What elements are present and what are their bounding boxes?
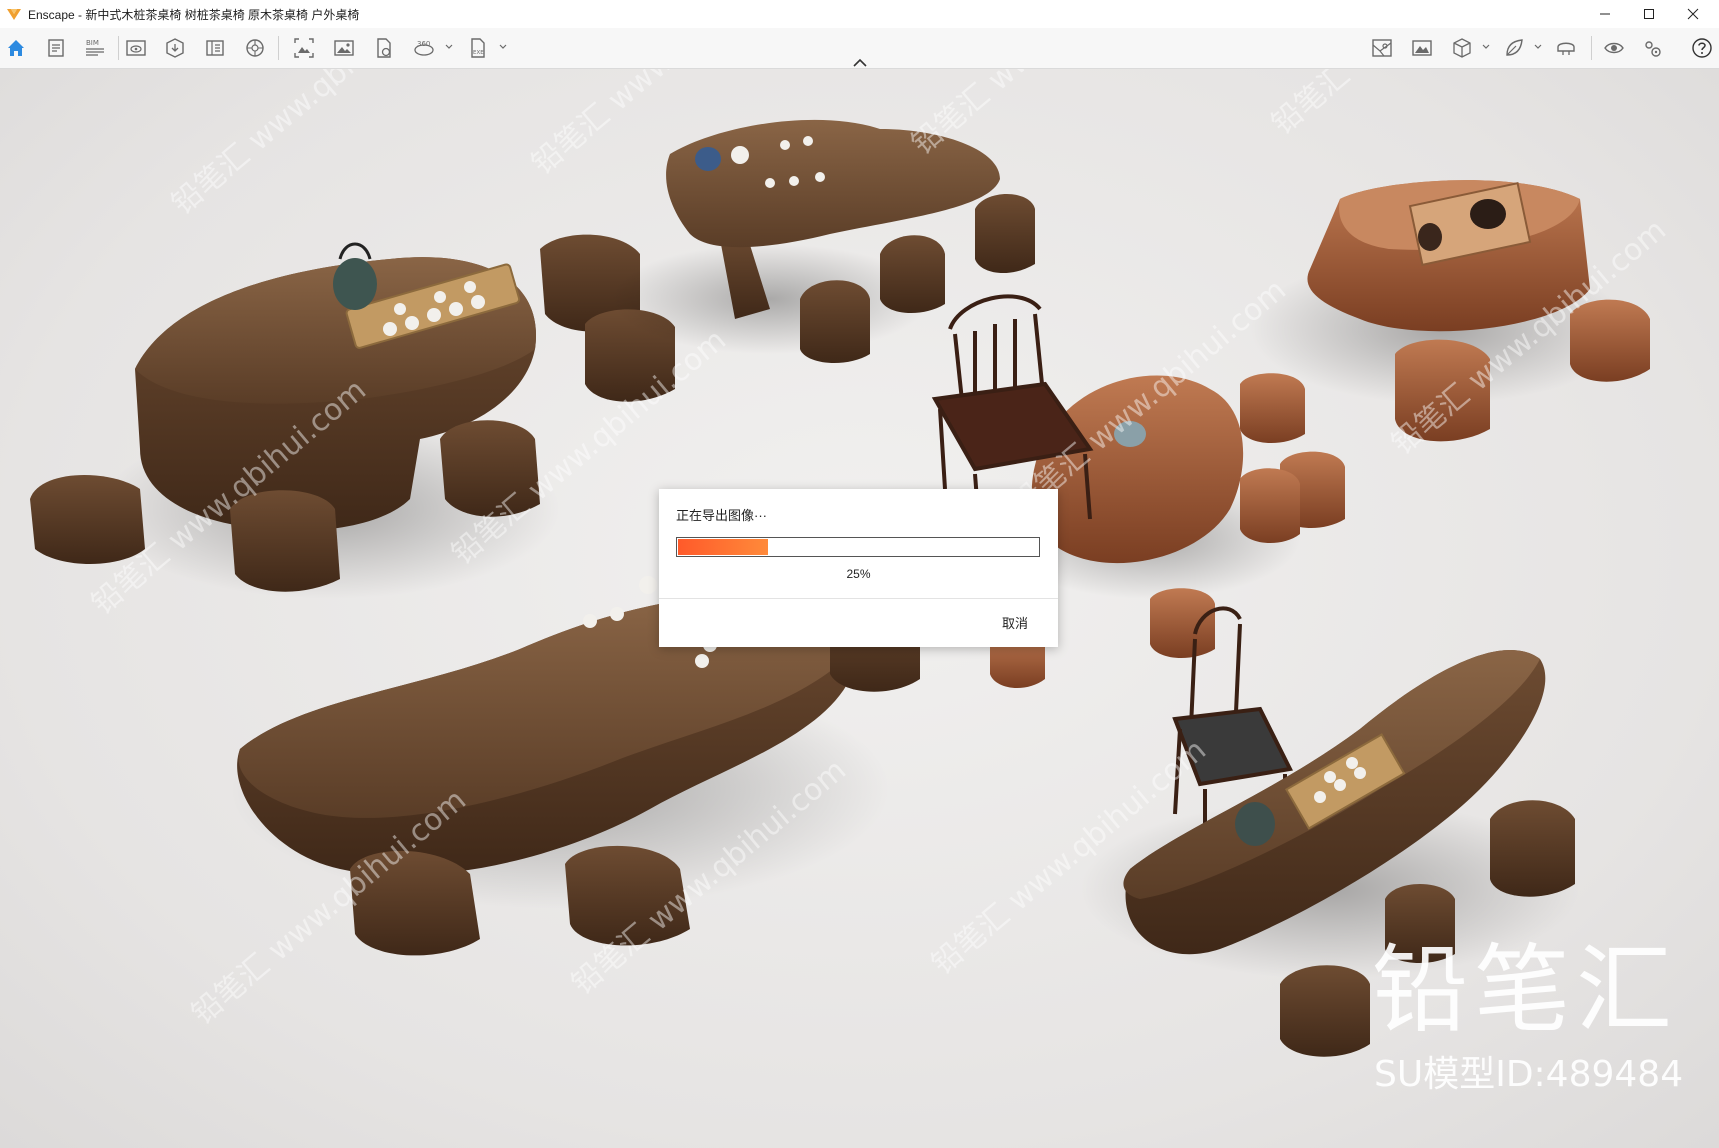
bim-icon: BIM: [86, 39, 104, 56]
bim-button[interactable]: BIM: [81, 34, 109, 62]
batch-render-button[interactable]: [330, 34, 358, 62]
material-button[interactable]: [241, 34, 269, 62]
svg-text:BIM: BIM: [86, 39, 99, 47]
screenshot-icon: [294, 38, 314, 58]
file-badge-icon: [377, 38, 391, 58]
help-icon: [1692, 38, 1712, 58]
progress-bar: [676, 537, 1040, 557]
title-bar: Enscape - 新中式木桩茶桌椅 树桩茶桌椅 原木茶桌椅 户外桌椅: [0, 0, 1719, 28]
dialog-title: 正在导出图像···: [676, 508, 767, 523]
vr-headset-icon: [1557, 42, 1575, 55]
toolbar-separator: [1591, 36, 1592, 60]
cube-icon: [1453, 38, 1471, 58]
book-icon: [206, 40, 224, 56]
document-button[interactable]: [42, 34, 70, 62]
minimize-button[interactable]: [1583, 0, 1627, 28]
close-button[interactable]: [1671, 0, 1715, 28]
map-icon: [1372, 39, 1392, 57]
panorama-360-icon: 360: [414, 40, 434, 56]
visual-settings-button[interactable]: [1408, 34, 1436, 62]
close-icon: [1687, 8, 1699, 20]
cancel-button[interactable]: 取消: [1002, 613, 1028, 632]
export-dropdown-chevron-down-icon[interactable]: [498, 42, 508, 52]
visibility-button[interactable]: [1600, 34, 1628, 62]
help-button[interactable]: [1688, 34, 1716, 62]
landscape-icon: [1412, 40, 1432, 56]
window-title: Enscape - 新中式木桩茶桌椅 树桩茶桌椅 原木茶桌椅 户外桌椅: [28, 7, 360, 22]
image-icon: [334, 40, 354, 56]
eye-window-icon: [126, 40, 146, 56]
panorama-button[interactable]: 360: [410, 34, 438, 62]
material-sphere-icon: [246, 39, 264, 57]
export-progress-dialog: 正在导出图像··· 25% 取消: [659, 489, 1058, 647]
progress-bar-fill: [678, 539, 768, 555]
views-button[interactable]: [201, 34, 229, 62]
maximize-icon: [1644, 9, 1654, 19]
svg-text:EXE: EXE: [473, 50, 484, 56]
toolbar-separator: [278, 36, 279, 60]
render-video-button[interactable]: [370, 34, 398, 62]
home-button[interactable]: [2, 34, 30, 62]
vr-headset-button[interactable]: [1552, 34, 1580, 62]
watermark-brand: 铅笔汇: [1372, 934, 1678, 1046]
asset-library-icon: [166, 38, 184, 58]
view-mode-dropdown-chevron-down-icon[interactable]: [1481, 42, 1491, 52]
window-view-button[interactable]: [122, 34, 150, 62]
minimize-icon: [1600, 13, 1610, 15]
maximize-button[interactable]: [1627, 0, 1671, 28]
svg-text:360: 360: [417, 40, 430, 48]
render-image-button[interactable]: [290, 34, 318, 62]
watermark-model-id: SU模型ID:489484: [1374, 1054, 1684, 1095]
export-exe-button[interactable]: EXE: [464, 34, 492, 62]
document-icon: [48, 39, 64, 57]
collapse-toolbar-chevron-up-icon[interactable]: [851, 58, 869, 68]
export-exe-icon: EXE: [471, 38, 485, 58]
view-mode-button[interactable]: [1448, 34, 1476, 62]
atmosphere-dropdown-chevron-down-icon[interactable]: [1533, 42, 1543, 52]
gear-icon: [1645, 41, 1661, 57]
enscape-logo-icon: [7, 9, 21, 20]
dialog-divider: [659, 598, 1058, 599]
atmosphere-button[interactable]: [1500, 34, 1528, 62]
progress-percent-label: 25%: [846, 567, 871, 581]
eye-icon: [1604, 42, 1624, 54]
panorama-dropdown-chevron-down-icon[interactable]: [444, 42, 454, 52]
map-button[interactable]: [1368, 34, 1396, 62]
home-icon: [8, 40, 24, 56]
settings-button[interactable]: [1638, 34, 1666, 62]
asset-library-button[interactable]: [161, 34, 189, 62]
toolbar-separator: [118, 36, 119, 60]
leaf-icon: [1506, 39, 1523, 56]
